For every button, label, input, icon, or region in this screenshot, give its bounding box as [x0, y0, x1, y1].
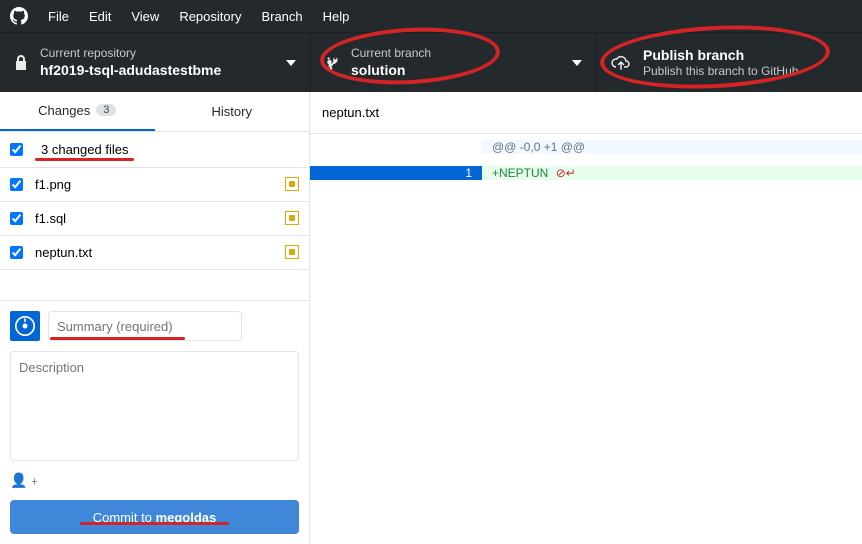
changed-files-text: 3 changed files: [41, 142, 128, 157]
file-checkbox[interactable]: [10, 212, 23, 225]
modified-icon: [285, 211, 299, 225]
line-number: 1: [310, 166, 482, 180]
changes-count-badge: 3: [96, 104, 116, 116]
tab-changes-label: Changes: [38, 103, 90, 118]
diff-content: @@ -0,0 +1 @@ 1 +NEPTUN ⊘↵: [310, 134, 862, 186]
hunk-text: @@ -0,0 +1 @@: [482, 140, 862, 154]
add-coauthor-icon[interactable]: 👤﹢: [10, 470, 299, 490]
commit-button-branch: megoldas: [156, 510, 217, 525]
menu-edit[interactable]: Edit: [89, 9, 111, 24]
diff-added-line: 1 +NEPTUN ⊘↵: [310, 160, 862, 186]
changed-files-header: 3 changed files: [0, 132, 309, 168]
repo-label: Current repository: [40, 46, 221, 60]
commit-form: 👤﹢ Commit to megoldas: [0, 300, 309, 544]
branch-label: Current branch: [351, 46, 431, 60]
publish-subtitle: Publish this branch to GitHub: [643, 64, 798, 78]
diff-filename: neptun.txt: [322, 105, 379, 120]
publish-branch-button[interactable]: Publish branch Publish this branch to Gi…: [596, 33, 862, 92]
file-name: f1.png: [35, 177, 285, 192]
commit-button-prefix: Commit to: [93, 510, 156, 525]
modified-icon: [285, 245, 299, 259]
menu-branch[interactable]: Branch: [261, 9, 302, 24]
caret-down-icon: [266, 60, 296, 66]
repo-name: hf2019-tsql-adudastestbme: [40, 61, 221, 79]
file-name: f1.sql: [35, 211, 285, 226]
menu-help[interactable]: Help: [323, 9, 350, 24]
menu-repository[interactable]: Repository: [179, 9, 241, 24]
branch-name: solution: [351, 61, 431, 79]
summary-input[interactable]: [48, 311, 242, 341]
file-row[interactable]: f1.sql: [0, 202, 309, 236]
toolbar: Current repository hf2019-tsql-adudastes…: [0, 32, 862, 92]
diff-panel: neptun.txt @@ -0,0 +1 @@ 1 +NEPTUN ⊘↵: [310, 92, 862, 544]
github-logo-icon: [10, 7, 28, 25]
tab-changes[interactable]: Changes 3: [0, 92, 155, 131]
changes-panel: Changes 3 History 3 changed files f1.png…: [0, 92, 310, 544]
diff-hunk-header: @@ -0,0 +1 @@: [310, 134, 862, 160]
tab-history[interactable]: History: [155, 92, 310, 131]
tab-history-label: History: [212, 104, 252, 119]
cloud-upload-icon: [611, 55, 631, 71]
git-branch-icon: [325, 54, 339, 72]
caret-down-icon: [552, 60, 582, 66]
menu-view[interactable]: View: [131, 9, 159, 24]
select-all-checkbox[interactable]: [10, 143, 23, 156]
publish-title: Publish branch: [643, 46, 798, 64]
menu-bar: File Edit View Repository Branch Help: [0, 0, 862, 32]
modified-icon: [285, 177, 299, 191]
file-row[interactable]: neptun.txt: [0, 236, 309, 270]
lock-icon: [14, 55, 28, 71]
commit-button[interactable]: Commit to megoldas: [10, 500, 299, 534]
no-newline-icon: ⊘↵: [556, 166, 576, 180]
file-row[interactable]: f1.png: [0, 168, 309, 202]
avatar: [10, 311, 40, 341]
file-name: neptun.txt: [35, 245, 285, 260]
file-checkbox[interactable]: [10, 178, 23, 191]
added-text: +NEPTUN: [492, 166, 548, 180]
description-input[interactable]: [10, 351, 299, 461]
main-area: Changes 3 History 3 changed files f1.png…: [0, 92, 862, 544]
diff-file-header: neptun.txt: [310, 92, 862, 134]
file-checkbox[interactable]: [10, 246, 23, 259]
current-branch-selector[interactable]: Current branch solution: [310, 33, 596, 92]
left-tabs: Changes 3 History: [0, 92, 309, 132]
current-repository-selector[interactable]: Current repository hf2019-tsql-adudastes…: [0, 33, 310, 92]
menu-file[interactable]: File: [48, 9, 69, 24]
